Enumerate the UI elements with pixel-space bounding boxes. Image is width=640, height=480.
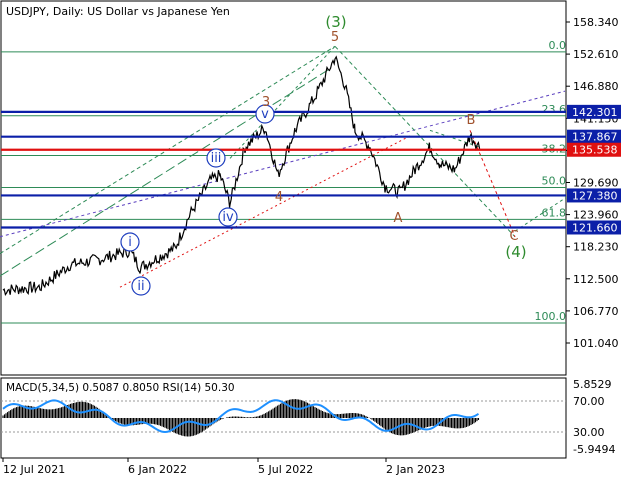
price-axis: 158.340152.610146.880141.150135.420129.6… (566, 16, 619, 350)
price-tick-label: 158.340 (573, 16, 619, 29)
chart-window[interactable]: 0.023.638.250.061.8100.0 iiiiiiivv(3)(4)… (0, 0, 640, 480)
wave-label-correction: C (509, 229, 518, 244)
time-axis: 12 Jul 2021 6 Jan 2022 5 Jul 2022 2 Jan 202… (2, 458, 445, 476)
time-tick-label: 12 Jul 2021 (3, 463, 65, 476)
wave-label-circled: ii (137, 279, 144, 294)
wave-label-minor: 4 (275, 190, 283, 205)
macd-histogram (2, 399, 480, 437)
support-resistance-levels (1, 110, 566, 229)
level-tag-label: 121.660 (572, 221, 618, 234)
guide-line (119, 135, 411, 288)
wave-label-minor: 3 (262, 95, 270, 110)
channel-lines (0, 45, 567, 288)
level-tag-label: 127.380 (572, 189, 618, 202)
indicator-tick-label: 70.00 (573, 395, 605, 408)
chart-title: USDJPY, Daily: US Dollar vs Japanese Yen (6, 5, 230, 18)
indicator-tick-label: -5.9494 (573, 443, 615, 456)
price-tick-label: 146.880 (573, 80, 619, 93)
wave-label-major: (3) (325, 13, 346, 31)
level-tag-label: 137.867 (572, 131, 618, 144)
price-pane[interactable] (0, 0, 567, 376)
wave-label-correction: A (394, 211, 403, 226)
wave-label-minor: 5 (331, 30, 339, 45)
guide-line (334, 45, 516, 238)
price-series (2, 55, 481, 297)
time-tick-label: 5 Jul 2022 (258, 463, 313, 476)
indicator-title: MACD(5,34,5) 0.5087 0.8050 RSI(14) 50.30 (6, 382, 235, 394)
wave-label-circled: i (128, 235, 132, 250)
indicator-tick-label: 5.8529 (573, 378, 612, 391)
fib-label: 0.0 (549, 39, 567, 52)
time-tick-label: 6 Jan 2022 (128, 463, 187, 476)
guide-line (229, 45, 336, 159)
wave-label-major: (4) (505, 243, 526, 261)
wave-label-correction: B (467, 113, 476, 128)
price-tick-label: 112.500 (573, 273, 619, 286)
price-tick-label: 101.040 (573, 337, 619, 350)
fib-label: 50.0 (542, 174, 567, 187)
fib-label: 100.0 (535, 310, 567, 323)
price-tick-label: 129.690 (573, 177, 619, 190)
price-tick-label: 123.960 (573, 209, 619, 222)
price-tick-label: 106.770 (573, 305, 619, 318)
wave-label-circled: iii (211, 151, 222, 166)
indicator-tick-label: 30.00 (573, 426, 605, 439)
elliott-wave-labels: iiiiiiivv(3)(4)345ABC (120, 13, 527, 296)
price-line (2, 55, 481, 297)
time-tick-label: 2 Jan 2023 (386, 463, 445, 476)
rsi-line (2, 399, 480, 434)
price-tick-label: 118.230 (573, 241, 619, 254)
price-tick-label: 152.610 (573, 48, 619, 61)
fib-label: 61.8 (542, 206, 567, 219)
fib-label: 23.6 (542, 103, 567, 116)
fibonacci-levels: 0.023.638.250.061.8100.0 (1, 39, 567, 324)
wave-label-circled: iv (222, 210, 234, 225)
level-tag-label: 142.301 (572, 106, 618, 119)
level-tag-label: 135.538 (572, 144, 618, 157)
